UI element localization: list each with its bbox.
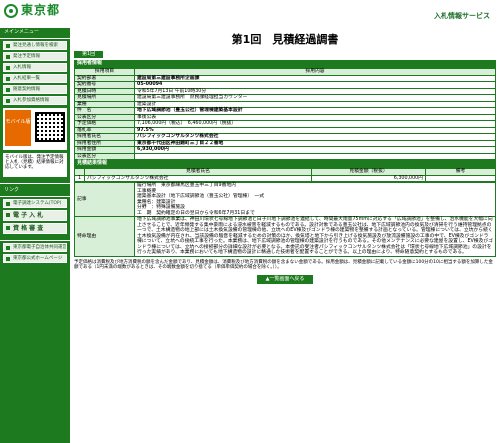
page-title: 第1回 見積経過調書 <box>231 33 339 46</box>
footnote: 予定価格は消費税及び地方消費税の額を含んだ金額であり、見積金額は、消費税及び地方… <box>74 259 493 271</box>
sidebar-link-e-gov[interactable]: 東京都電子自治体共同運営 <box>3 242 67 252</box>
row-amount: 6,300,000円 <box>311 174 426 183</box>
sidebar-links-head: リンク <box>0 186 70 197</box>
sidebar-item-results[interactable]: 入札結果一覧 <box>3 73 67 83</box>
contractor-info-table: 採用項目 採用内容 契約部署 建設局第三建設事務所企画課 契約番号 05-00094 見… <box>74 68 496 161</box>
sidebar-link-official-site[interactable]: 東京都公式ホームページ <box>3 253 67 263</box>
row-no: 1 <box>74 174 85 183</box>
sidebar-item-plan[interactable]: 発注予定情報 <box>3 51 67 61</box>
sidebar-link-e-bid[interactable]: 電 子 入 札 <box>3 209 67 221</box>
sidebar-divider <box>0 239 70 241</box>
header: 東京都 入札情報サービス <box>0 0 500 28</box>
reason-label: 特命理由 <box>74 216 135 257</box>
notes-label: 記事 <box>74 182 135 218</box>
notes-line: 工 期 契約確定の日の翌日から令和6年7月31日まで <box>137 210 255 216</box>
qr-code-icon <box>35 111 65 142</box>
back-to-list-button[interactable]: ▲一覧画面へ戻る <box>257 275 313 285</box>
sidebar-item-qualification[interactable]: 入札参加資格情報 <box>3 95 67 105</box>
sidebar: メインメニュー 発注見通し情報を検索 発注予定情報 入札情報 入札結果一覧 随意… <box>0 28 70 443</box>
info-value <box>134 152 496 161</box>
sidebar-item-bid[interactable]: 入札情報 <box>3 62 67 72</box>
row-note <box>425 174 496 183</box>
tokyo-emblem-icon <box>4 4 18 18</box>
sidebar-link-e-procurement[interactable]: 電子調達システム(TOP) <box>3 198 67 208</box>
contractor-section-head: 採用者情報 <box>74 60 496 69</box>
notes-content: 履行場所 東京都練馬区豊玉中三丁目9番地内 工事概要 建築基本設計（地下広域調節… <box>134 182 496 218</box>
mobile-box: モバイル版 <box>3 107 67 150</box>
row-name: パシフィックコンサルタンツ株式会社 <box>83 174 313 183</box>
estimate-table: 見積者氏名 見積金額（税抜） 備考 1 パシフィックコンサルタンツ株式会社 6,… <box>74 168 496 183</box>
sidebar-link-qualification-review[interactable]: 資 格 審 査 <box>3 222 67 234</box>
table-row: 1 パシフィックコンサルタンツ株式会社 6,300,000円 <box>74 174 496 183</box>
notes-table: 記事 履行場所 東京都練馬区豊玉中三丁目9番地内 工事概要 建築基本設計（地下広… <box>74 182 496 257</box>
round-tab: 第1回 <box>74 50 104 59</box>
main-content: 第1回 見積経過調書 第1回 採用者情報 採用項目 採用内容 契約部署 建設局第三… <box>74 28 496 285</box>
info-body: 契約部署 建設局第三建設事務所企画課 契約番号 05-00094 見積日時 令和5年7月1… <box>74 74 496 161</box>
tokyo-logo[interactable]: 東京都 <box>4 3 61 18</box>
info-label: 公表区分 <box>74 152 135 161</box>
logo-text: 東京都 <box>21 3 61 18</box>
mobile-button[interactable]: モバイル版 <box>5 109 31 146</box>
sidebar-item-discretionary[interactable]: 随意契約情報 <box>3 84 67 94</box>
info-row: 公表区分 <box>74 152 496 161</box>
estimate-section-head: 見積結果情報 <box>74 160 496 169</box>
sidebar-item-outlook[interactable]: 発注見通し情報を検索 <box>3 40 67 50</box>
system-title: 入札情報サービス <box>434 12 490 20</box>
sidebar-divider <box>0 182 70 184</box>
mobile-note: モバイル版は、発注予定情報と入札（見積）結果情報に対応しています。 <box>3 152 67 177</box>
reason-text: 地下広域調節池事業は、神田川環状七号線地下調節池と白子川地下調節池を連結して、時… <box>134 216 496 257</box>
sidebar-menu-head: メインメニュー <box>0 28 70 39</box>
